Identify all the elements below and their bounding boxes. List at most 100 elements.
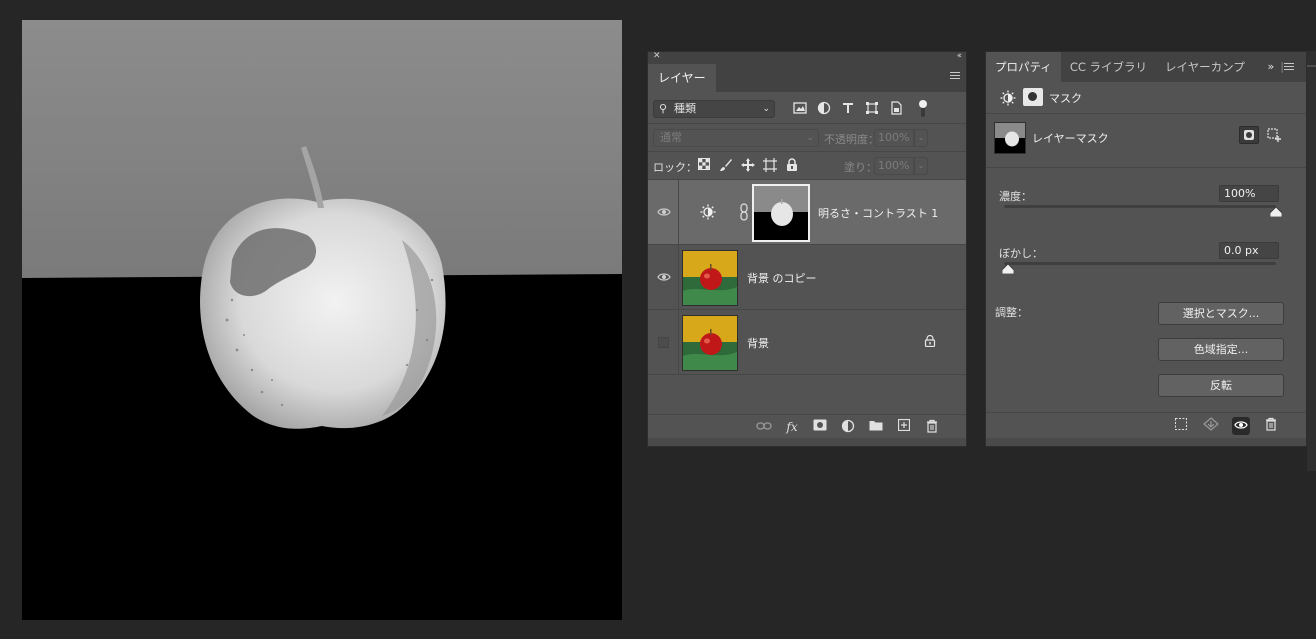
blend-row: 通常 ⌄ 不透明度： 100% ⌄ — [648, 124, 966, 152]
brightness-contrast-icon[interactable] — [1000, 90, 1016, 106]
adjust-label: 調整： — [995, 306, 1028, 319]
layers-panel: ✕ ‹‹ レイヤー ⚲ 種類 ⌄ 通常 ⌄ 不透明度： 100% ⌄ ロック： … — [647, 51, 967, 447]
feather-slider-track[interactable] — [1004, 262, 1276, 265]
panel-resize-grip[interactable] — [986, 438, 1306, 446]
layers-footer: fx — [648, 414, 966, 438]
layer-filter-row: ⚲ 種類 ⌄ — [648, 92, 966, 124]
feather-control: ぼかし： 0.0 px — [986, 225, 1306, 282]
lock-row: ロック： 塗り： 100% ⌄ — [648, 152, 966, 180]
panel-menu-icon[interactable] — [950, 72, 960, 82]
select-pixel-mask-icon[interactable] — [1239, 126, 1259, 144]
select-and-mask-button[interactable]: 選択とマスク... — [1158, 302, 1284, 325]
invert-button[interactable]: 反転 — [1158, 374, 1284, 397]
density-slider-thumb[interactable] — [1270, 207, 1282, 217]
lock-transparent-pixels-icon[interactable] — [696, 158, 712, 174]
density-slider-track[interactable] — [1004, 205, 1276, 208]
new-adjustment-layer-icon[interactable] — [840, 419, 856, 435]
layer-name[interactable]: 背景 のコピー — [747, 270, 817, 286]
fill-input[interactable]: 100% — [874, 157, 914, 175]
document-canvas[interactable] — [22, 20, 622, 620]
layer-name[interactable]: 背景 — [747, 335, 769, 351]
eye-icon[interactable] — [657, 271, 671, 283]
eye-icon[interactable] — [1232, 417, 1250, 435]
brightness-contrast-icon[interactable] — [700, 204, 716, 220]
blend-mode-value: 通常 — [660, 131, 682, 144]
add-mask-icon[interactable] — [812, 419, 828, 435]
layer-row-background-copy[interactable]: 背景 のコピー — [648, 245, 966, 310]
new-layer-icon[interactable] — [896, 418, 912, 435]
fill-dropdown-icon[interactable]: ⌄ — [914, 157, 928, 175]
opacity-label: 不透明度： — [824, 133, 879, 146]
mask-mode-icon[interactable] — [1023, 88, 1043, 106]
lock-icons — [696, 158, 800, 174]
feather-input[interactable]: 0.0 px — [1219, 242, 1279, 259]
scrollbar-separator — [1307, 65, 1316, 67]
lock-image-pixels-icon[interactable] — [718, 158, 734, 174]
visibility-column — [648, 310, 679, 374]
layer-thumbnail[interactable] — [682, 250, 738, 306]
layer-name[interactable]: 明るさ・コントラスト 1 — [818, 205, 938, 221]
chevron-down-icon: ⌄ — [806, 133, 814, 143]
layer-row-background[interactable]: 背景 — [648, 310, 966, 375]
panel-resize-grip[interactable] — [648, 438, 966, 446]
adjustment-filter-icon[interactable] — [816, 101, 832, 117]
footer-icons: fx — [756, 418, 940, 435]
layer-filter-dropdown[interactable]: ⚲ 種類 ⌄ — [653, 100, 775, 118]
mask-row: レイヤーマスク — [986, 114, 1306, 168]
tab-cc-libraries[interactable]: CC ライブラリ — [1061, 52, 1156, 82]
panel-menu-icon[interactable] — [1284, 63, 1294, 73]
density-control: 濃度： 100% — [986, 168, 1306, 225]
link-icon[interactable] — [740, 203, 748, 221]
tab-properties[interactable]: プロパティ — [986, 52, 1061, 82]
density-input[interactable]: 100% — [1219, 185, 1279, 202]
layer-row-brightness-contrast[interactable]: 明るさ・コントラスト 1 — [648, 180, 966, 245]
apple-image — [22, 20, 622, 620]
trash-icon[interactable] — [924, 419, 940, 435]
collapse-icon[interactable]: ‹‹ — [957, 51, 962, 61]
close-icon[interactable]: ✕ — [653, 51, 661, 61]
feather-slider-thumb[interactable] — [1002, 264, 1014, 274]
properties-title: マスク — [1049, 92, 1082, 105]
blend-mode-dropdown[interactable]: 通常 ⌄ — [653, 129, 819, 147]
opacity-input[interactable]: 100% — [874, 129, 914, 147]
chevron-down-icon: ⌄ — [762, 104, 770, 114]
properties-tab-bar: プロパティ CC ライブラリ レイヤーカンプ » | — [986, 52, 1306, 82]
search-icon: ⚲ — [659, 102, 668, 115]
pixel-filter-icon[interactable] — [792, 101, 808, 117]
fx-icon[interactable]: fx — [784, 419, 800, 435]
lock-all-icon[interactable] — [784, 158, 800, 174]
apply-mask-icon[interactable] — [1202, 417, 1220, 435]
panel-header-bar: ✕ ‹‹ — [648, 51, 966, 64]
filter-icons — [792, 101, 904, 117]
layer-mask-thumbnail[interactable] — [752, 184, 810, 242]
load-selection-icon[interactable] — [1172, 417, 1190, 435]
add-vector-mask-icon[interactable] — [1267, 127, 1283, 143]
footer-icons — [1172, 417, 1280, 435]
layer-thumbnail[interactable] — [682, 315, 738, 371]
right-scrollbar[interactable] — [1307, 51, 1316, 471]
filter-toggle[interactable] — [918, 99, 928, 119]
tab-bar-controls: » | — [1268, 60, 1300, 73]
trash-icon[interactable] — [1262, 417, 1280, 435]
type-filter-icon[interactable] — [840, 101, 856, 117]
properties-header: マスク — [986, 82, 1306, 114]
mask-label: レイヤーマスク — [1032, 132, 1109, 145]
smart-object-filter-icon[interactable] — [888, 101, 904, 117]
lock-position-icon[interactable] — [740, 158, 756, 174]
new-group-icon[interactable] — [868, 419, 884, 435]
opacity-dropdown-icon[interactable]: ⌄ — [914, 129, 928, 147]
color-range-button[interactable]: 色域指定... — [1158, 338, 1284, 361]
lock-icon[interactable] — [924, 335, 936, 347]
visibility-column — [648, 245, 679, 309]
link-layers-icon[interactable] — [756, 419, 772, 435]
overflow-tabs-icon[interactable]: » — [1268, 60, 1275, 73]
shape-filter-icon[interactable] — [864, 101, 880, 117]
layer-list: 明るさ・コントラスト 1 背景 のコピー 背景 — [648, 180, 966, 376]
eye-icon[interactable] — [657, 206, 671, 218]
tab-layers[interactable]: レイヤー — [648, 64, 716, 92]
visibility-column — [648, 180, 679, 244]
properties-panel: プロパティ CC ライブラリ レイヤーカンプ » | マスク レイヤーマスク 濃… — [985, 51, 1307, 447]
tab-layer-comps[interactable]: レイヤーカンプ — [1156, 52, 1254, 82]
visibility-toggle[interactable] — [658, 337, 669, 348]
lock-artboard-icon[interactable] — [762, 158, 778, 174]
